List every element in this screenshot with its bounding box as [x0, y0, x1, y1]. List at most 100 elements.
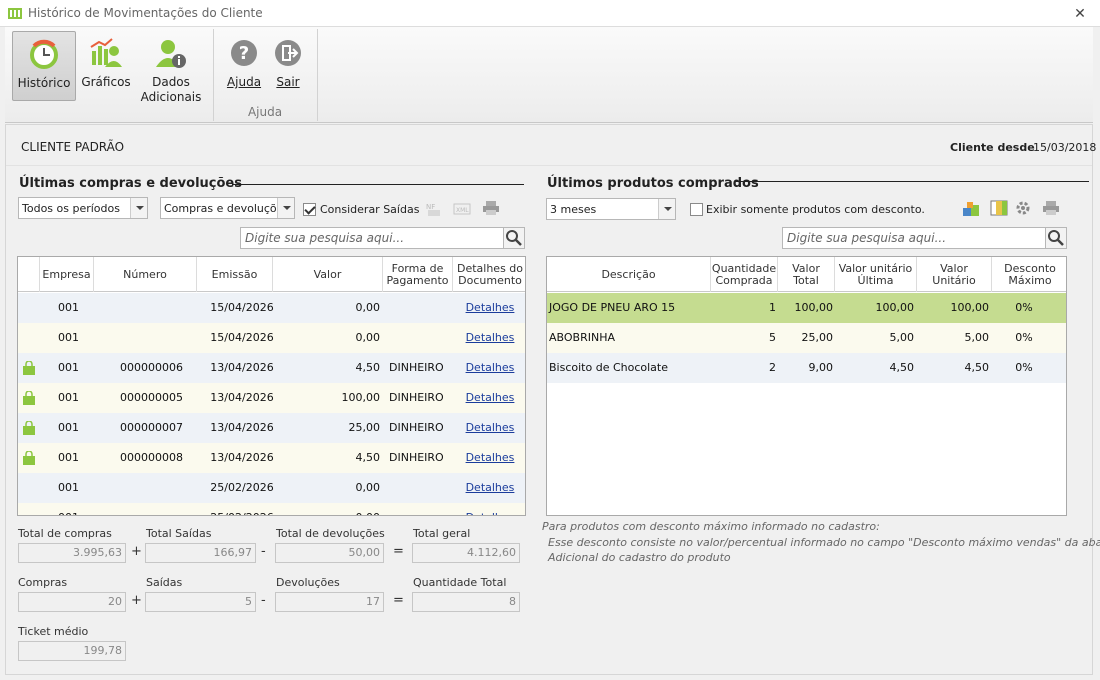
ajuda-label: Ajuda — [223, 75, 265, 90]
saidas-label: Saídas — [146, 576, 183, 589]
cell-valor: 4,50 — [355, 451, 381, 464]
table-row[interactable]: 00125/02/20260,00Detalhes — [18, 473, 525, 503]
xml-icon[interactable]: XML — [453, 201, 471, 217]
cell-detalhes: Detalhes — [453, 473, 525, 503]
left-search-field[interactable] — [240, 227, 505, 249]
cell-empresa: 001 — [58, 331, 79, 344]
minus-sign: - — [261, 593, 266, 608]
ajuda-button[interactable]: ? Ajuda — [223, 31, 265, 101]
col-header-descricao[interactable]: Descrição — [547, 257, 711, 292]
col-header-valor-total[interactable]: Valor Total — [778, 257, 835, 292]
table-row[interactable]: 001 000000006 13/04/2026 4,50 DINHEIRO Detalh… — [18, 353, 525, 383]
search-icon — [506, 230, 522, 246]
ticket-medio-value: 199,78 — [18, 641, 126, 661]
print-icon[interactable] — [482, 200, 500, 216]
cell-descricao: ABOBRINHA — [549, 331, 615, 344]
cell-empresa: 001 — [58, 451, 79, 464]
table-row[interactable]: 001 000000005 13/04/2026 100,00 DINHEIRO Deta… — [18, 383, 525, 413]
columns-icon[interactable] — [990, 200, 1008, 216]
cell-numero — [94, 323, 197, 353]
title-bar: Histórico de Movimentações do Cliente ✕ — [0, 0, 1100, 27]
cell-numero — [94, 503, 197, 515]
detalhes-link[interactable]: Detalhes — [466, 361, 515, 374]
col-header-emissao[interactable]: Emissão — [197, 257, 273, 292]
cell-valor-total: 100,00 — [794, 301, 834, 314]
right-title-rule — [736, 181, 1089, 182]
table-row[interactable]: 001 15/04/2026 0,00 Detalhes — [18, 293, 525, 323]
sair-button[interactable]: Sair — [267, 31, 309, 101]
graficos-button[interactable]: Gráficos — [77, 31, 135, 101]
history-clock-icon — [30, 39, 58, 69]
consider-saidas-checkbox[interactable] — [303, 203, 316, 216]
close-icon[interactable]: ✕ — [1072, 6, 1088, 22]
col-header-forma[interactable]: Forma de Pagamento — [383, 257, 453, 292]
cell-forma: DINHEIRO — [389, 421, 444, 434]
ajuda-text: Ajuda — [226, 75, 262, 89]
products-period-select[interactable]: 3 meses — [546, 198, 676, 220]
type-select-value: Compras e devoluções — [164, 202, 290, 215]
col-header-numero[interactable]: Número — [94, 257, 197, 292]
nfe-icon[interactable]: NF — [426, 201, 444, 217]
cell-empresa: 001 — [58, 361, 79, 374]
table-row[interactable]: JOGO DE PNEU ARO 15 1 100,00 100,00 100,00 0% — [547, 293, 1066, 323]
detalhes-link[interactable]: Detalhes — [466, 481, 515, 494]
col-header-quantidade[interactable]: Quantidade Comprada — [711, 257, 778, 292]
left-search-input[interactable] — [241, 228, 504, 248]
cell-detalhes: Detalhes — [453, 383, 525, 413]
cell-forma — [389, 293, 453, 323]
table-row[interactable]: 001 000000008 13/04/2026 4,50 DINHEIRO Detalh… — [18, 443, 525, 473]
discount-only-label: Exibir somente produtos com desconto. — [706, 203, 925, 216]
detalhes-link[interactable]: Detalhes — [466, 421, 515, 434]
cell-valor: 0,00 — [355, 331, 381, 344]
cell-detalhes: Detalhes — [453, 443, 525, 473]
right-search-button[interactable] — [1045, 227, 1067, 249]
table-row[interactable]: Biscoito de Chocolate 2 9,00 4,50 4,50 0% — [547, 353, 1066, 383]
period-select[interactable]: Todos os períodos — [18, 197, 148, 219]
chevron-down-icon[interactable] — [277, 198, 294, 218]
dados-adicionais-button[interactable]: Dados Adicionais — [137, 31, 205, 104]
gear-icon[interactable] — [1014, 200, 1032, 216]
col-header-valor-unitario[interactable]: Valor Unitário — [917, 257, 992, 292]
table-row[interactable]: 001 15/04/2026 0,00 Detalhes — [18, 323, 525, 353]
left-search-button[interactable] — [503, 227, 525, 249]
devolucoes-value: 17 — [275, 592, 384, 612]
table-row[interactable]: 001 000000007 13/04/2026 25,00 DINHEIRO Detal… — [18, 413, 525, 443]
help-icon: ? — [231, 40, 257, 66]
cell-detalhes: Detalhes — [453, 413, 525, 443]
table-row[interactable]: 00125/02/20260,00Detalhes — [18, 503, 525, 515]
detalhes-link[interactable]: Detalhes — [466, 301, 515, 314]
chevron-down-icon[interactable] — [130, 198, 147, 218]
col-header-valor-ultima[interactable]: Valor unitário Última — [835, 257, 917, 292]
detalhes-link[interactable]: Detalhes — [466, 511, 515, 515]
app-icon — [8, 8, 22, 19]
historico-label: Histórico — [17, 76, 71, 90]
stack-icon[interactable] — [962, 201, 980, 217]
col-header-valor[interactable]: Valor — [273, 257, 383, 292]
table-row[interactable]: ABOBRINHA 5 25,00 5,00 5,00 0% — [547, 323, 1066, 353]
compras-value: 20 — [18, 592, 126, 612]
col-header-detalhes[interactable]: Detalhes do Documento — [453, 257, 525, 292]
compras-label: Compras — [18, 576, 68, 589]
col-header-desconto[interactable]: Desconto Máximo — [992, 257, 1066, 292]
discount-only-checkbox[interactable] — [690, 203, 703, 216]
historico-button[interactable]: Histórico — [12, 31, 76, 101]
cell-valor-total: 25,00 — [801, 331, 834, 344]
detalhes-link[interactable]: Detalhes — [466, 331, 515, 344]
cell-detalhes: Detalhes — [453, 503, 525, 515]
charts-user-icon — [90, 38, 122, 67]
cell-detalhes: Detalhes — [453, 293, 525, 323]
equals-sign: = — [393, 593, 404, 608]
ribbon-separator — [213, 29, 214, 121]
cell-desconto: 0% — [1015, 331, 1033, 344]
dados-adicionais-label: Dados Adicionais — [140, 75, 202, 104]
right-search-field[interactable] — [782, 227, 1047, 249]
detalhes-link[interactable]: Detalhes — [466, 391, 515, 404]
cell-quantidade: 1 — [769, 301, 776, 314]
right-search-input[interactable] — [783, 228, 1046, 248]
type-select[interactable]: Compras e devoluções — [160, 197, 295, 219]
col-header-empresa[interactable]: Empresa — [40, 257, 94, 292]
print-icon[interactable] — [1042, 200, 1060, 216]
cell-valor-ultima: 100,00 — [875, 301, 915, 314]
chevron-down-icon[interactable] — [658, 199, 675, 219]
detalhes-link[interactable]: Detalhes — [466, 451, 515, 464]
